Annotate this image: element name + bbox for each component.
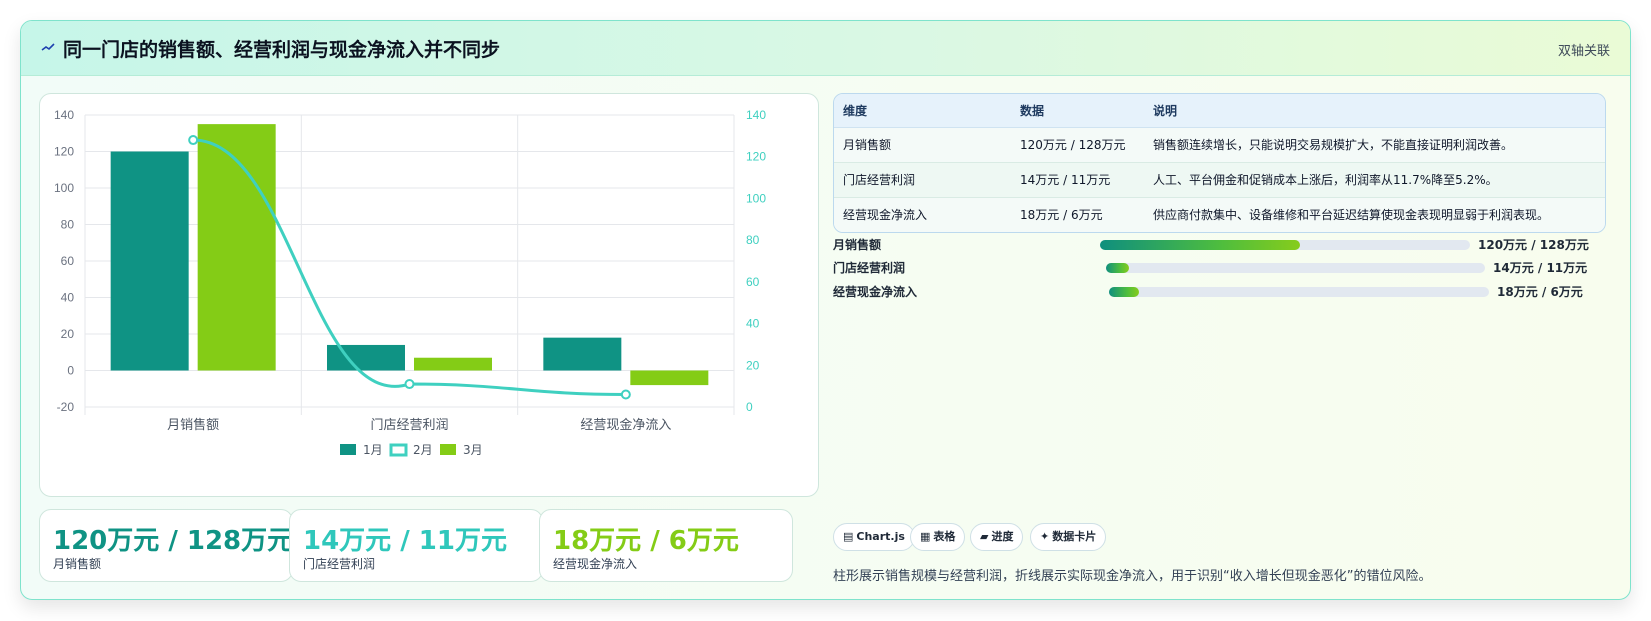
tag-table[interactable]: ▦ 表格 [910,523,966,551]
left-axis-tick: -20 [57,400,75,414]
x-axis-label: 月销售额 [167,417,219,433]
legend-swatch [389,443,408,457]
legend-label: 2月 [413,443,433,457]
chart-icon: ▤ [843,530,854,543]
bar [543,337,622,371]
stat-card-profit: 14万元 / 11万元 门店经营利润 [289,509,543,582]
left-axis-tick: 40 [61,291,75,305]
table-cell: 经营现金净流入 [834,197,1011,232]
tag-datacard[interactable]: ✦ 数据卡片 [1030,523,1107,551]
legend-label: 1月 [363,443,383,457]
progress-label: 月销售额 [833,238,882,252]
right-axis-tick: 60 [746,275,760,289]
progress-track [1109,287,1489,297]
column-header: 维度 [834,94,1011,128]
tag-label: 数据卡片 [1052,530,1097,543]
stat-value: 18万元 / 6万元 [553,526,739,556]
bar [630,370,709,386]
column-header: 数据 [1011,94,1144,128]
table-cell: 14万元 / 11万元 [1011,162,1144,198]
data-table: 维度 数据 说明 月销售额 120万元 / 128万元 销售额连续增长，只能说明… [833,93,1606,233]
left-axis-tick: 100 [54,181,74,195]
progress-row-profit: 门店经营利润 14万元 / 11万元 [833,257,1613,277]
left-axis-tick: 140 [54,108,74,122]
stat-value: 120万元 / 128万元 [53,526,294,556]
left-axis-tick: 80 [61,218,75,232]
legend-label: 3月 [463,443,483,457]
bar [414,357,492,371]
table-cell: 供应商付款集中、设备维修和平台延迟结算使现金表现明显弱于利润表现。 [1144,197,1605,232]
chart-note: 柱形展示销售规模与经营利润，折线展示实际现金净流入，用于识别“收入增长但现金恶化… [833,569,1432,584]
dual-axis-badge: 双轴关联 [1557,44,1610,59]
progress-value: 120万元 / 128万元 [1478,238,1589,252]
card-header: 同一门店的销售额、经营利润与现金净流入并不同步 双轴关联 [21,21,1630,76]
table-row: 经营现金净流入 18万元 / 6万元 供应商付款集中、设备维修和平台延迟结算使现… [834,197,1605,232]
progress-label: 门店经营利润 [833,261,906,275]
left-axis-tick: 20 [61,327,75,341]
progress-icon: ▰ [980,530,989,543]
table-cell: 120万元 / 128万元 [1011,127,1144,163]
right-axis-tick: 20 [746,358,760,372]
column-header: 说明 [1144,94,1605,128]
progress-fill [1100,240,1300,250]
left-axis-tick: 0 [67,364,74,378]
table-cell: 月销售额 [834,127,1011,163]
wave-icon [41,43,55,51]
tag-label: 进度 [991,530,1014,543]
bar [110,151,189,371]
line-point [188,135,199,146]
chart-panel: -20 0 20 40 60 80 100 120 140 0 20 40 60 80 100 120 140 月… [39,93,819,497]
table-row: 门店经营利润 14万元 / 11万元 人工、平台佣金和促销成本上涨后，利润率从1… [834,162,1605,198]
right-axis-tick: 120 [746,150,766,164]
tag-chartjs[interactable]: ▤ Chart.js [833,523,915,551]
x-axis-label: 门店经营利润 [370,418,448,433]
progress-fill [1109,287,1140,297]
progress-value: 14万元 / 11万元 [1493,261,1588,275]
right-axis-tick: 0 [746,400,753,414]
stat-label: 月销售额 [53,557,102,571]
page-title: 同一门店的销售额、经营利润与现金净流入并不同步 [63,39,501,61]
table-cell: 人工、平台佣金和促销成本上涨后，利润率从11.7%降至5.2%。 [1144,162,1605,198]
left-axis-tick: 120 [54,145,74,159]
combo-chart: -20 0 20 40 60 80 100 120 140 0 20 40 60 80 100 120 140 月… [54,108,766,457]
bar [327,344,405,371]
line-point [620,389,631,400]
right-axis-tick: 140 [746,108,766,122]
left-axis-tick: 60 [61,254,75,268]
progress-row-sales: 月销售额 120万元 / 128万元 [833,234,1613,254]
x-axis-label: 经营现金净流入 [580,417,671,433]
tag-label: 表格 [933,530,956,543]
legend-swatch [440,444,456,455]
table-cell: 销售额连续增长，只能说明交易规模扩大，不能直接证明利润改善。 [1144,127,1605,163]
dashboard-card: 同一门店的销售额、经营利润与现金净流入并不同步 双轴关联 -20 0 20 40 60 8… [20,20,1631,600]
right-axis-tick: 80 [746,233,760,247]
right-axis-tick: 100 [746,191,766,205]
table-cell: 18万元 / 6万元 [1011,197,1144,232]
legend-swatch [340,444,356,455]
stat-label: 经营现金净流入 [553,557,638,571]
table-icon: ▦ [920,530,931,543]
progress-fill [1106,263,1129,273]
tag-label: Chart.js [856,530,905,543]
right-axis-tick: 40 [746,317,760,331]
progress-row-cashflow: 经营现金净流入 18万元 / 6万元 [833,281,1613,301]
progress-track [1100,240,1470,250]
table-header-row: 维度 数据 说明 [834,94,1605,128]
stat-value: 14万元 / 11万元 [303,526,507,556]
stat-card-cashflow: 18万元 / 6万元 经营现金净流入 [539,509,793,582]
progress-track [1106,263,1485,273]
table-cell: 门店经营利润 [834,162,1011,198]
tag-progress[interactable]: ▰ 进度 [970,523,1024,551]
line-point [404,379,415,390]
sparkle-icon: ✦ [1040,530,1050,543]
progress-value: 18万元 / 6万元 [1497,285,1583,299]
table-row: 月销售额 120万元 / 128万元 销售额连续增长，只能说明交易规模扩大，不能… [834,127,1605,163]
stat-card-sales: 120万元 / 128万元 月销售额 [39,509,293,582]
progress-label: 经营现金净流入 [833,285,918,299]
stat-label: 门店经营利润 [303,557,376,571]
